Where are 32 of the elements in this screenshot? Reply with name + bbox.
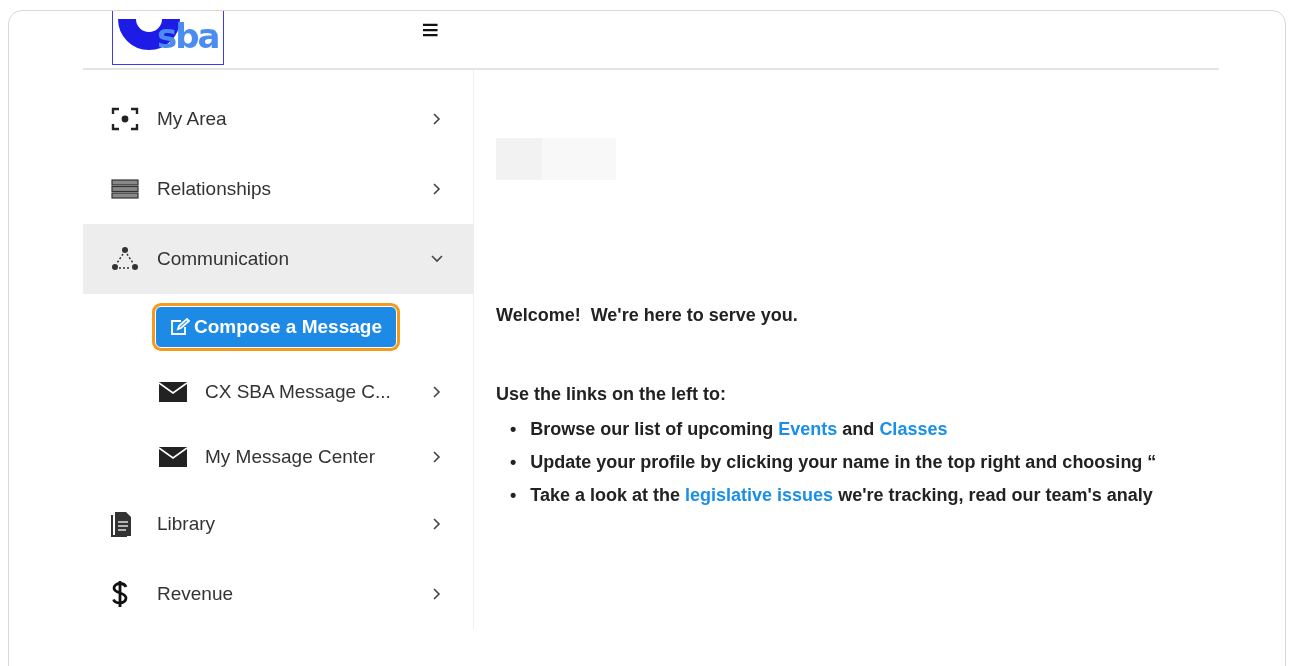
document-icon bbox=[111, 511, 133, 537]
chevron-right-icon bbox=[433, 518, 441, 530]
bullet-text: Browse our list of upcoming Events and Classes bbox=[530, 418, 948, 441]
chevron-right-icon bbox=[433, 385, 441, 398]
bullet-marker: • bbox=[510, 484, 517, 507]
chevron-right-icon bbox=[433, 588, 441, 600]
chevron-down-icon bbox=[431, 255, 443, 263]
envelope-icon bbox=[159, 381, 187, 402]
server-icon bbox=[111, 179, 139, 199]
dollar-icon bbox=[111, 580, 129, 608]
intro-text: Use the links on the left to: bbox=[496, 384, 728, 405]
focus-icon bbox=[111, 107, 139, 131]
chevron-right-icon bbox=[433, 450, 441, 463]
bullet-marker: • bbox=[510, 451, 517, 474]
network-icon bbox=[111, 246, 139, 272]
bullet-text: Take a look at the legislative issues we're tracking, read our team's analy bbox=[530, 484, 1153, 507]
envelope-icon bbox=[159, 446, 187, 467]
sidebar-item[interactable]: My Message Center bbox=[83, 424, 473, 489]
compose-button[interactable]: Compose a Message bbox=[155, 305, 397, 348]
sidebar-item[interactable]: Communication bbox=[83, 224, 473, 294]
edit-icon bbox=[170, 317, 190, 336]
sidebar-item[interactable]: Relationships bbox=[83, 154, 473, 224]
menu-icon[interactable]: ≡ bbox=[421, 15, 439, 45]
sidebar-item[interactable]: My Area bbox=[83, 84, 473, 154]
chevron-right-icon bbox=[433, 183, 441, 195]
sidebar-item[interactable]: Revenue bbox=[83, 559, 473, 629]
sidebar-item[interactable]: Library bbox=[83, 489, 473, 559]
welcome-text: Welcome! We're here to serve you. bbox=[496, 305, 799, 326]
chevron-right-icon bbox=[433, 113, 441, 125]
bullet-marker: • bbox=[510, 418, 517, 441]
sidebar-item[interactable]: CX SBA Message C... bbox=[83, 359, 473, 424]
bullet-text: Update your profile by clicking your name in the top right and choosing “ bbox=[530, 451, 1157, 474]
